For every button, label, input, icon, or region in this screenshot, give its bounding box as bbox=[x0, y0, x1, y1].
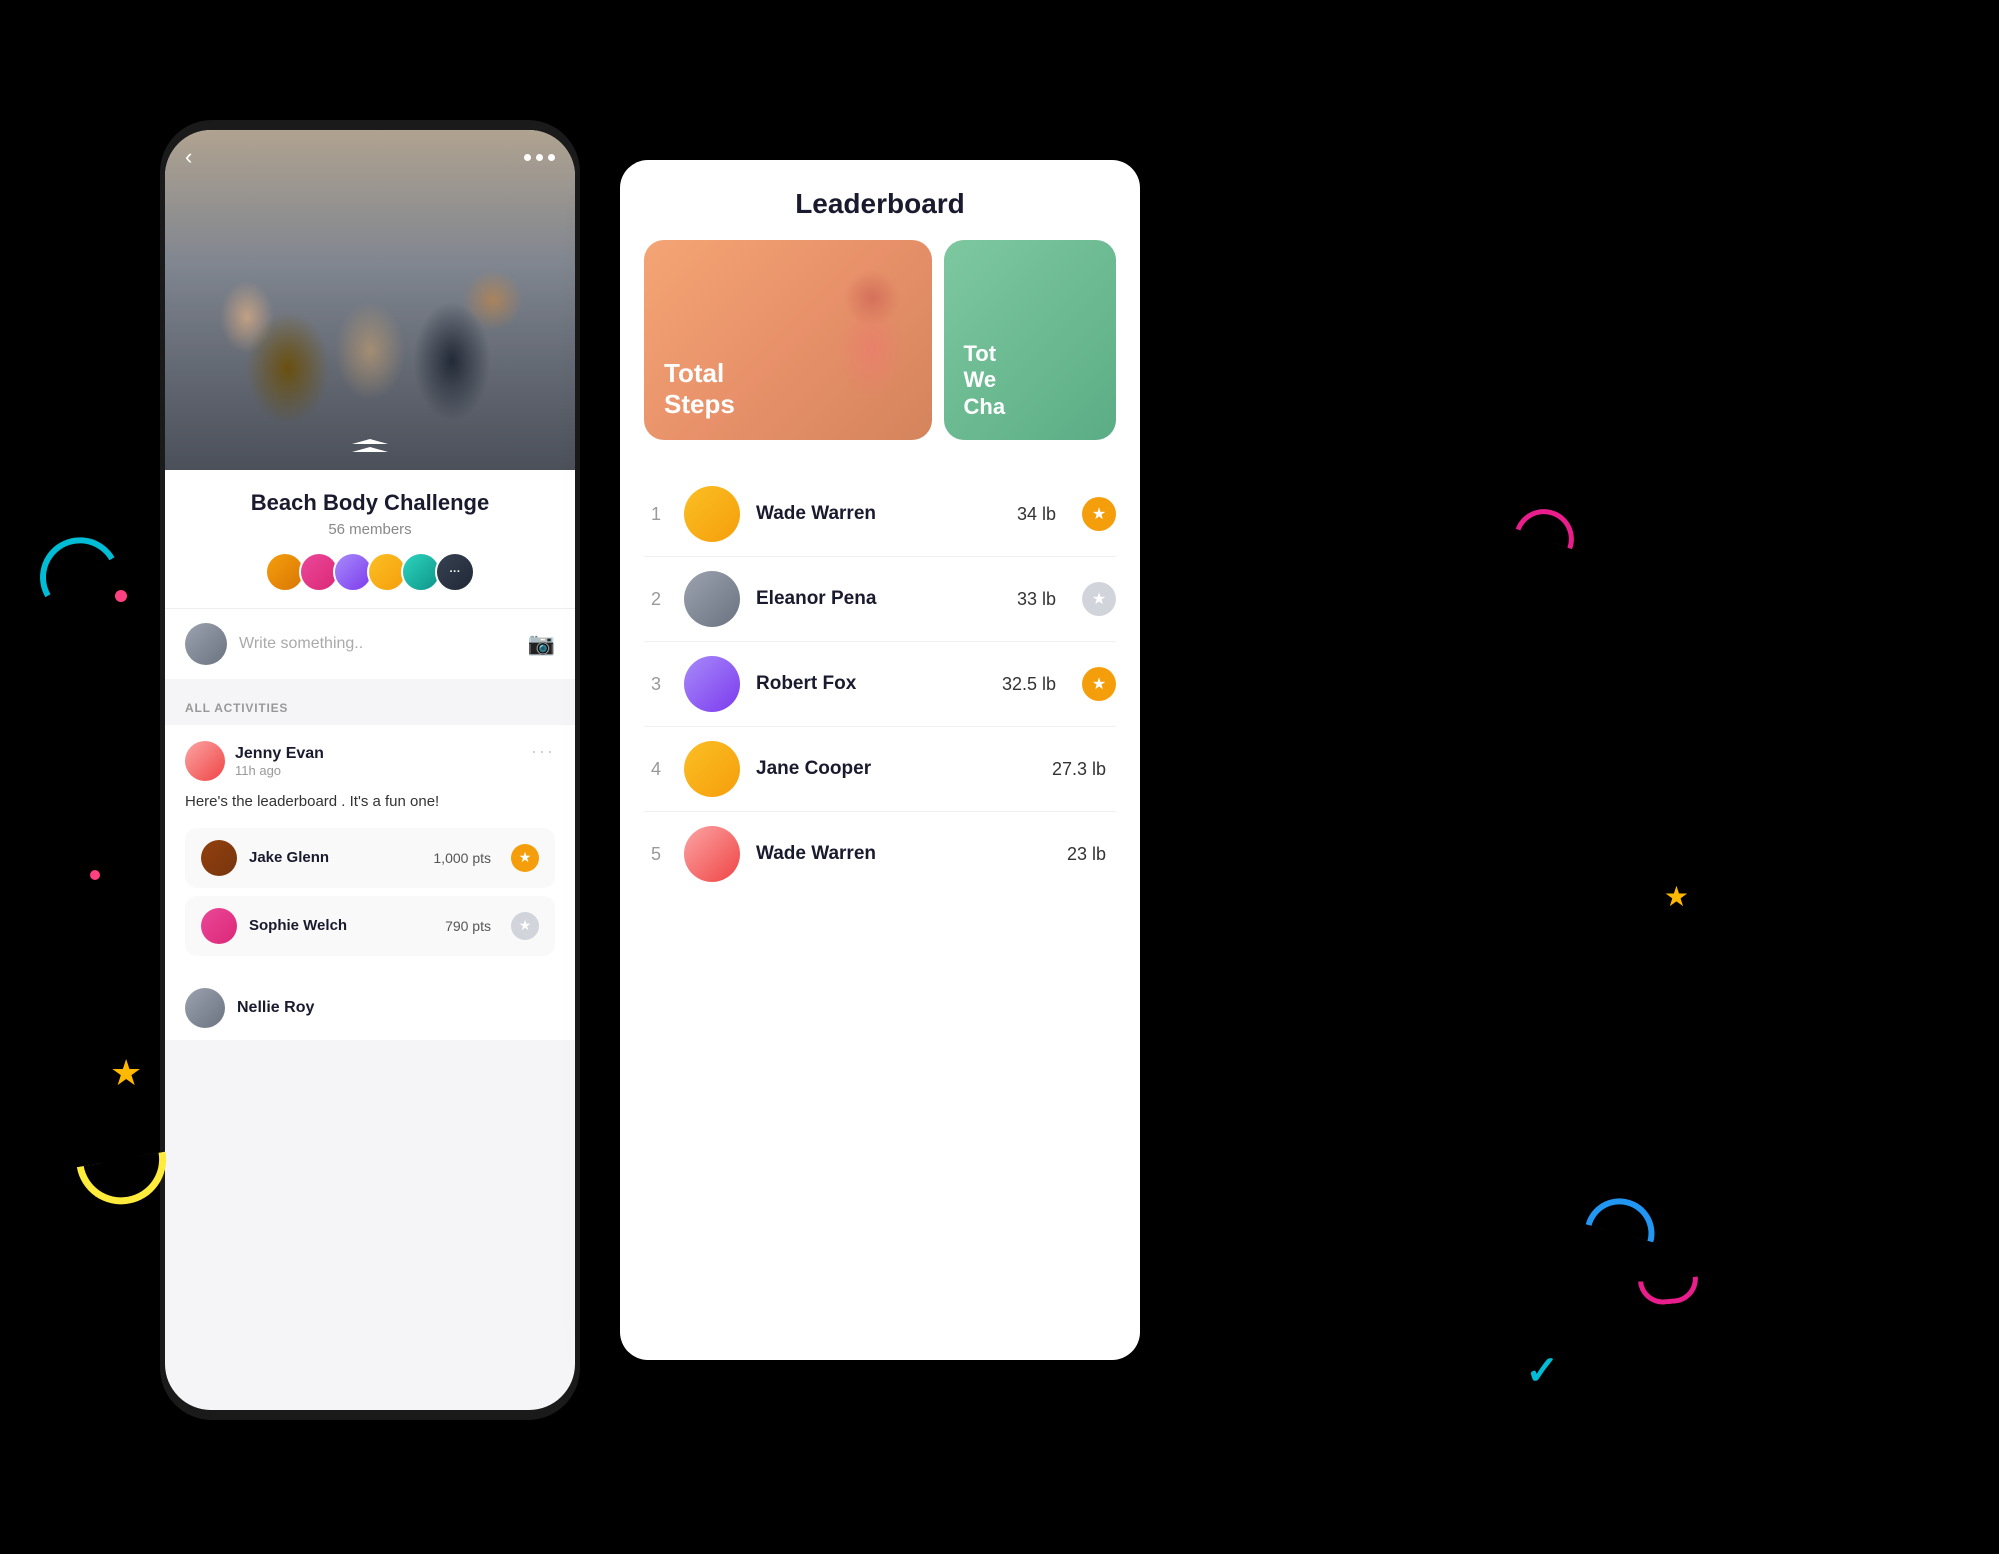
lb-star-2: ★ bbox=[1082, 582, 1116, 616]
lb-name-2: Eleanor Pena bbox=[756, 588, 1001, 610]
write-input-area[interactable]: Write something.. 📷 bbox=[165, 609, 575, 687]
lb-name-5: Wade Warren bbox=[756, 843, 1051, 865]
mini-leader-card-2[interactable]: Sophie Welch 790 pts ★ bbox=[185, 896, 555, 956]
lb-name-1: Wade Warren bbox=[756, 503, 1001, 525]
lb-category-weight[interactable]: TotWeCha bbox=[944, 240, 1117, 440]
lb-star-3: ★ bbox=[1082, 667, 1116, 701]
lb-value-2: 33 lb bbox=[1017, 589, 1056, 610]
mini-leader-avatar-1 bbox=[201, 840, 237, 876]
mini-leader-pts-1: 1,000 pts bbox=[433, 850, 491, 866]
leaderboard-title: Leaderboard bbox=[620, 160, 1140, 240]
camera-icon[interactable]: 📷 bbox=[528, 631, 555, 657]
lb-avatar-3[interactable] bbox=[684, 656, 740, 712]
back-button[interactable]: ‹ bbox=[185, 144, 192, 170]
runner-figure bbox=[817, 255, 927, 440]
mini-leader-card-1[interactable]: Jake Glenn 1,000 pts ★ bbox=[185, 828, 555, 888]
lb-entry-1: 1 Wade Warren 34 lb ★ bbox=[644, 472, 1116, 557]
confetti-star-yellow2: ★ bbox=[1664, 880, 1689, 913]
lb-steps-label: TotalSteps bbox=[664, 358, 735, 420]
lb-rank-3: 3 bbox=[644, 674, 668, 695]
post-author-name: Jenny Evan bbox=[235, 745, 324, 763]
lb-avatar-4[interactable] bbox=[684, 741, 740, 797]
confetti-pink-dot bbox=[115, 590, 127, 602]
chevron-bottom bbox=[352, 447, 388, 452]
member-avatars-row[interactable]: ··· bbox=[185, 552, 555, 592]
lb-rank-5: 5 bbox=[644, 844, 668, 865]
hero-overlay bbox=[165, 130, 575, 470]
group-title: Beach Body Challenge bbox=[185, 490, 555, 516]
phone-content: ‹ Beach Body Challenge 56 members bbox=[165, 130, 575, 1410]
chevron-top bbox=[352, 439, 388, 444]
lb-value-1: 34 lb bbox=[1017, 504, 1056, 525]
lb-avatar-2[interactable] bbox=[684, 571, 740, 627]
confetti-pink-swirl bbox=[1516, 501, 1583, 550]
mini-leader-star-1: ★ bbox=[511, 844, 539, 872]
mini-leader-name-1: Jake Glenn bbox=[249, 849, 421, 866]
lb-avatar-1[interactable] bbox=[684, 486, 740, 542]
runner-body bbox=[827, 270, 917, 440]
lb-categories-row: TotalSteps TotWeCha bbox=[620, 240, 1140, 464]
lb-name-3: Robert Fox bbox=[756, 673, 986, 695]
activities-header: ALL ACTIVITIES bbox=[165, 687, 575, 725]
confetti-teal-check: ✓ bbox=[1525, 1348, 1559, 1394]
post-author-avatar[interactable] bbox=[185, 741, 225, 781]
lb-entries-list: 1 Wade Warren 34 lb ★ 2 Eleanor Pena 33 … bbox=[620, 464, 1140, 904]
confetti-star-yellow: ★ bbox=[110, 1052, 142, 1094]
confetti-yellow-swirl bbox=[77, 1152, 173, 1212]
lb-rank-1: 1 bbox=[644, 504, 668, 525]
lb-entry-4: 4 Jane Cooper 27.3 lb bbox=[644, 727, 1116, 812]
post-user-info: Jenny Evan 11h ago bbox=[185, 741, 324, 781]
lb-name-4: Jane Cooper bbox=[756, 758, 1036, 780]
more-activity-name: Nellie Roy bbox=[237, 999, 314, 1017]
mini-leader-name-2: Sophie Welch bbox=[249, 917, 433, 934]
lb-star-1: ★ bbox=[1082, 497, 1116, 531]
post-time: 11h ago bbox=[235, 763, 324, 778]
activities-section: ALL ACTIVITIES Jenny Evan 11h ago ··· He… bbox=[165, 687, 575, 1040]
member-avatar-more[interactable]: ··· bbox=[435, 552, 475, 592]
dot-3 bbox=[548, 154, 555, 161]
lb-rank-4: 4 bbox=[644, 759, 668, 780]
group-members-count: 56 members bbox=[185, 521, 555, 538]
more-activity-info: Nellie Roy bbox=[237, 999, 314, 1017]
lb-entry-2: 2 Eleanor Pena 33 lb ★ bbox=[644, 557, 1116, 642]
write-placeholder-text[interactable]: Write something.. bbox=[239, 635, 516, 653]
lb-value-4: 27.3 lb bbox=[1052, 759, 1106, 780]
writer-avatar bbox=[185, 623, 227, 665]
more-activity-avatar bbox=[185, 988, 225, 1028]
hero-image: ‹ bbox=[165, 130, 575, 470]
lb-rank-2: 2 bbox=[644, 589, 668, 610]
lb-value-5: 23 lb bbox=[1067, 844, 1106, 865]
nav-bar: ‹ bbox=[165, 144, 575, 170]
more-menu[interactable] bbox=[524, 154, 555, 161]
mini-leaderboard: Jake Glenn 1,000 pts ★ Sophie Welch 790 … bbox=[185, 828, 555, 960]
confetti-blue-swirl bbox=[1586, 1191, 1663, 1243]
post-menu-icon[interactable]: ··· bbox=[531, 741, 555, 762]
chevron-up-icon[interactable] bbox=[352, 439, 388, 452]
phone-device: ‹ Beach Body Challenge 56 members bbox=[160, 120, 580, 1420]
mini-leader-star-2: ★ bbox=[511, 912, 539, 940]
activity-post: Jenny Evan 11h ago ··· Here's the leader… bbox=[165, 725, 575, 976]
confetti-teal-swirl bbox=[25, 523, 114, 598]
dot-2 bbox=[536, 154, 543, 161]
lb-avatar-5[interactable] bbox=[684, 826, 740, 882]
lb-category-steps[interactable]: TotalSteps bbox=[644, 240, 932, 440]
mini-leader-avatar-2 bbox=[201, 908, 237, 944]
confetti-pink-swirl2 bbox=[1638, 1276, 1700, 1306]
dot-1 bbox=[524, 154, 531, 161]
leaderboard-panel: Leaderboard TotalSteps TotWeCha 1 Wade W… bbox=[620, 160, 1140, 1360]
mini-leader-pts-2: 790 pts bbox=[445, 918, 491, 934]
more-activity-row[interactable]: Nellie Roy bbox=[165, 976, 575, 1040]
post-header: Jenny Evan 11h ago ··· bbox=[185, 741, 555, 781]
group-info-section: Beach Body Challenge 56 members ··· bbox=[165, 470, 575, 609]
lb-value-3: 32.5 lb bbox=[1002, 674, 1056, 695]
confetti-pink-dot2 bbox=[90, 870, 100, 880]
lb-entry-3: 3 Robert Fox 32.5 lb ★ bbox=[644, 642, 1116, 727]
more-count: ··· bbox=[450, 566, 461, 578]
post-text: Here's the leaderboard . It's a fun one! bbox=[185, 791, 555, 814]
post-author-details: Jenny Evan 11h ago bbox=[235, 745, 324, 778]
lb-weight-label: TotWeCha bbox=[964, 341, 1006, 420]
phone-screen: ‹ Beach Body Challenge 56 members bbox=[165, 130, 575, 1410]
lb-entry-5: 5 Wade Warren 23 lb bbox=[644, 812, 1116, 896]
